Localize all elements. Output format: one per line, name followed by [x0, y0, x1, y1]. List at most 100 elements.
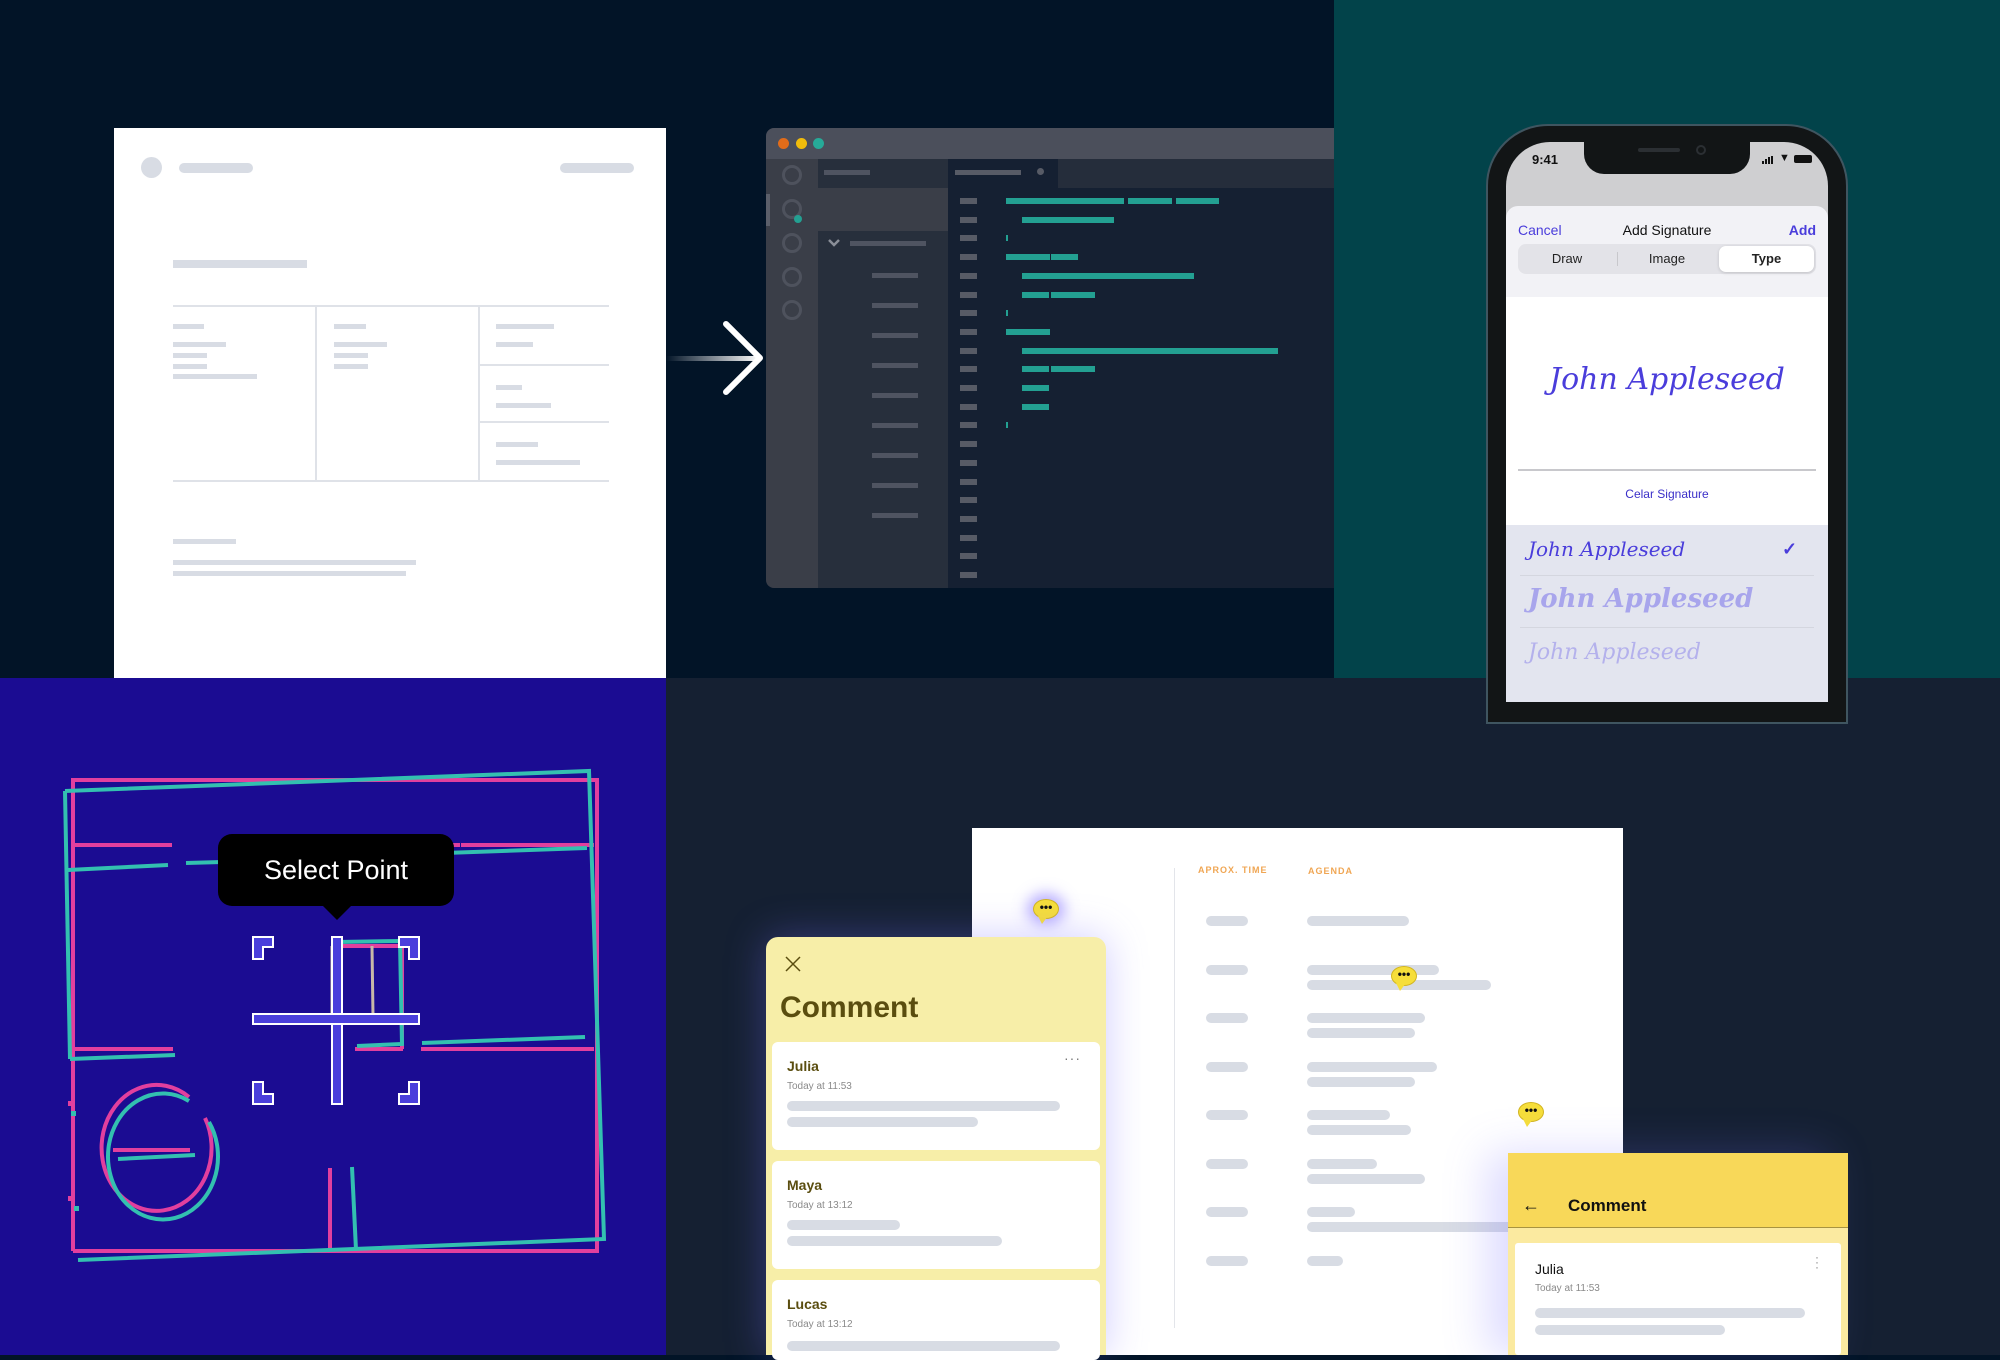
line-number	[960, 291, 977, 298]
signature-option[interactable]: John Appleseed ✓	[1506, 525, 1828, 575]
status-time: 9:41	[1532, 152, 1559, 167]
close-icon[interactable]	[785, 956, 801, 972]
cell-text	[173, 353, 207, 358]
comment-marker-icon[interactable]: •••	[1033, 899, 1059, 924]
wifi-icon: ▼	[1779, 152, 1790, 164]
select-point-tooltip: Select Point	[218, 834, 454, 906]
add-button[interactable]: Add	[1789, 222, 1816, 238]
agenda-item-cell	[1307, 1255, 1343, 1266]
comment-marker-icon[interactable]: •••	[1391, 966, 1417, 991]
code-token	[1006, 254, 1050, 261]
more-vertical-icon[interactable]: · · ·	[1815, 1251, 1819, 1273]
code-token	[1128, 198, 1172, 204]
document-header-title	[179, 163, 253, 173]
more-options-icon[interactable]: ···	[1064, 1050, 1081, 1066]
signature-baseline	[1518, 469, 1816, 471]
code-token	[1022, 272, 1194, 279]
signal-icon	[1762, 156, 1776, 164]
comment-card[interactable]: Julia ··· Today at 11:53	[772, 1042, 1100, 1150]
segment-draw[interactable]: Draw	[1518, 246, 1616, 272]
close-window-button[interactable]	[778, 138, 789, 149]
code-token	[1022, 347, 1278, 354]
comment-card[interactable]: Lucas Today at 13:12	[772, 1280, 1100, 1360]
code-token	[1022, 216, 1114, 223]
code-token	[1006, 310, 1008, 317]
editor-tab-active[interactable]	[948, 159, 1058, 188]
maximize-window-button[interactable]	[813, 138, 824, 149]
line-number	[960, 441, 977, 448]
code-token	[1022, 385, 1049, 391]
footer-heading	[173, 539, 236, 544]
comment-author: Lucas	[787, 1296, 828, 1312]
agenda-item-cell	[1307, 1125, 1411, 1135]
segment-image[interactable]: Image	[1618, 246, 1716, 272]
handle-bottom-right	[398, 1081, 420, 1105]
code-token	[1051, 291, 1095, 298]
document-page	[114, 128, 666, 678]
phone-screen: 9:41 ▼ Cancel Add Signature Add Draw Ima…	[1506, 142, 1828, 702]
file-tree-item[interactable]	[872, 483, 918, 488]
activity-icon[interactable]	[782, 267, 802, 287]
activity-selected-indicator	[766, 194, 770, 226]
sheet-title: Add Signature	[1622, 222, 1712, 238]
comment-card[interactable]: Julia ··· Today at 11:53	[1515, 1243, 1841, 1355]
comment-text-line	[787, 1236, 1002, 1246]
table-divider	[478, 305, 480, 481]
code-token	[1176, 198, 1219, 204]
activity-icon[interactable]	[782, 233, 802, 253]
agenda-item-cell	[1307, 1076, 1415, 1087]
code-token	[1051, 366, 1095, 373]
line-number	[960, 235, 977, 242]
code-token	[1006, 422, 1008, 429]
comment-author: Julia	[1535, 1261, 1564, 1277]
comment-time: Today at 11:53	[1535, 1283, 1600, 1294]
tab-title	[955, 170, 1021, 175]
agenda-column-divider	[1174, 868, 1175, 1328]
line-number	[960, 534, 977, 541]
android-comment-panel: ← Comment Julia · · · Today at 11:53	[1508, 1153, 1848, 1355]
cell-text	[496, 342, 533, 347]
agenda-item-cell	[1307, 1207, 1355, 1217]
line-number	[960, 478, 977, 485]
signature-option[interactable]: John Appleseed	[1506, 576, 1828, 626]
clear-signature-button[interactable]: Celar Signature	[1506, 487, 1828, 501]
file-tree-item[interactable]	[872, 303, 918, 308]
comment-text-line	[1535, 1325, 1725, 1335]
crosshair-horizontal	[252, 1013, 420, 1025]
segment-type[interactable]: Type	[1719, 246, 1814, 272]
table-divider	[315, 305, 317, 481]
add-signature-sheet: Cancel Add Signature Add Draw Image Type…	[1506, 206, 1828, 702]
arrow-left-icon[interactable]: ←	[1522, 1195, 1540, 1216]
signature-option[interactable]: John Appleseed	[1506, 628, 1828, 678]
file-tree-folder[interactable]	[850, 241, 926, 246]
comment-marker-icon[interactable]: •••	[1518, 1102, 1544, 1127]
document-logo	[141, 157, 162, 178]
file-tree-item[interactable]	[872, 273, 918, 278]
comment-card[interactable]: Maya Today at 13:12	[772, 1161, 1100, 1269]
file-tree-item[interactable]	[872, 333, 918, 338]
file-tree-item[interactable]	[872, 363, 918, 368]
cell-text	[173, 374, 257, 379]
file-tree-title	[824, 170, 870, 175]
android-app-bar: ← Comment	[1508, 1153, 1848, 1228]
file-tree-item[interactable]	[872, 393, 918, 398]
cell-text	[173, 342, 226, 347]
activity-icon[interactable]	[782, 165, 802, 185]
activity-icon[interactable]	[782, 300, 802, 320]
file-tree-item[interactable]	[872, 423, 918, 428]
handle-top-left	[252, 936, 274, 960]
file-tree-item[interactable]	[872, 513, 918, 518]
minimize-window-button[interactable]	[796, 138, 807, 149]
comment-text-line	[787, 1101, 1060, 1111]
chevron-down-icon[interactable]	[828, 238, 840, 248]
agenda-time-cell	[1206, 1110, 1248, 1120]
cell-text	[334, 342, 387, 347]
cell-text	[496, 460, 580, 465]
file-tree-selected-row[interactable]	[818, 188, 948, 231]
tooltip-tail	[321, 904, 353, 920]
file-tree-item[interactable]	[872, 453, 918, 458]
footer-text	[173, 571, 406, 576]
line-number	[960, 422, 977, 429]
line-number	[960, 347, 977, 354]
agenda-item-cell	[1307, 916, 1409, 926]
